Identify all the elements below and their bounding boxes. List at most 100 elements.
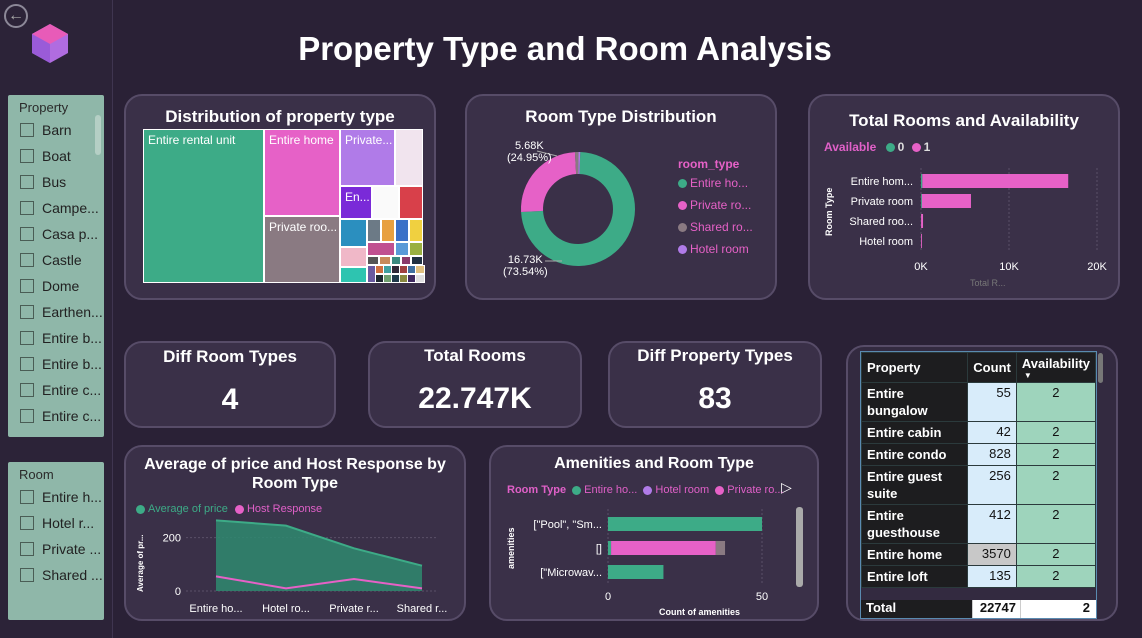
treemap-cell-en[interactable]: En... (340, 186, 372, 219)
checkbox[interactable] (20, 279, 34, 293)
checkbox[interactable] (20, 409, 34, 423)
slicer-item[interactable]: Shared ... (20, 562, 104, 588)
legend-dot-icon (678, 179, 687, 189)
checkbox[interactable] (20, 490, 34, 504)
column-header[interactable]: Property (861, 352, 968, 383)
slicer-item[interactable]: Entire c... (20, 377, 104, 403)
legend-item[interactable]: Shared ro... (678, 220, 753, 234)
treemap[interactable]: Entire rental unit Entire home Private r… (143, 129, 425, 283)
area-average-price[interactable] (216, 520, 422, 591)
checkbox[interactable] (20, 149, 34, 163)
treemap-cell[interactable] (340, 267, 367, 283)
treemap-cell-private-room[interactable]: Private roo... (264, 216, 340, 283)
treemap-cell[interactable] (340, 247, 367, 267)
legend-item[interactable]: Entire ho... (678, 176, 753, 190)
treemap-cell[interactable] (395, 219, 409, 242)
checkbox[interactable] (20, 516, 34, 530)
total-availability: 2 (1020, 600, 1096, 618)
slicer-item[interactable]: Entire c... (20, 403, 104, 429)
cell-property: Entire loft (861, 565, 968, 588)
slicer-item[interactable]: Hotel r... (20, 510, 104, 536)
checkbox[interactable] (20, 568, 34, 582)
bar-available-0[interactable] (921, 194, 922, 208)
checkbox[interactable] (20, 175, 34, 189)
slicer-item[interactable]: Castle (20, 247, 104, 273)
bar-available-1[interactable] (921, 214, 924, 228)
treemap-cell[interactable] (381, 219, 395, 242)
checkbox[interactable] (20, 123, 34, 137)
table-row[interactable]: Entire home 3570 2 (861, 543, 1096, 566)
table-row[interactable]: Entire cabin 42 2 (861, 421, 1096, 444)
treemap-cell[interactable] (340, 219, 367, 247)
slicer-item[interactable]: Entire h... (20, 484, 104, 510)
slicer-item[interactable]: Boat (20, 143, 104, 169)
treemap-cell[interactable] (399, 186, 423, 219)
slicer-item[interactable]: Entire b... (20, 325, 104, 351)
amenities-bar[interactable] (608, 565, 664, 579)
property-slicer-scrollbar[interactable] (95, 115, 101, 155)
table-row[interactable]: Entire bungalow 55 2 (861, 382, 1096, 422)
slicer-item[interactable]: Private ... (20, 536, 104, 562)
amenities-bar-chart[interactable]: amenities 0 50 ["Pool", "Sm... [] ["Microwav… (491, 447, 819, 621)
kpi-label: Diff Property Types (637, 346, 793, 365)
table-row[interactable]: Entire guesthouse 412 2 (861, 504, 1096, 544)
legend-item[interactable]: Private ro... (678, 198, 753, 212)
slicer-item[interactable]: Campe... (20, 195, 104, 221)
checkbox[interactable] (20, 305, 34, 319)
treemap-cell-entire-rental-unit[interactable]: Entire rental unit (143, 129, 264, 283)
treemap-cell[interactable] (395, 242, 409, 256)
table-row[interactable]: Entire guest suite 256 2 (861, 465, 1096, 505)
price-area-chart[interactable]: Average of pr... 200 0 Entire ho... Hotel r… (126, 447, 466, 621)
slicer-item[interactable]: Barn (20, 117, 104, 143)
bar-available-1[interactable] (921, 234, 922, 248)
treemap-cell[interactable] (367, 219, 381, 242)
checkbox[interactable] (20, 227, 34, 241)
amenities-bar[interactable] (608, 541, 612, 555)
treemap-cell[interactable] (379, 256, 391, 265)
checkbox[interactable] (20, 383, 34, 397)
treemap-cell-private[interactable]: Private... (340, 129, 395, 186)
property-table[interactable]: Property Count Availability ▼ Entire bung… (860, 351, 1097, 619)
cell-availability: 2 (1015, 543, 1096, 566)
treemap-cell[interactable] (372, 186, 399, 219)
checkbox[interactable] (20, 357, 34, 371)
treemap-cell[interactable] (367, 242, 395, 256)
column-header[interactable]: Count (966, 352, 1017, 383)
slicer-item[interactable]: Bus (20, 169, 104, 195)
treemap-cell[interactable] (415, 274, 425, 283)
treemap-cell-entire-home[interactable]: Entire home (264, 129, 340, 216)
treemap-cell[interactable] (391, 256, 401, 265)
slicer-item-label: Castle (42, 252, 82, 268)
treemap-cell[interactable] (367, 256, 379, 265)
back-arrow-icon[interactable]: ← (4, 4, 28, 28)
table-row[interactable]: Entire loft 135 2 (861, 565, 1096, 588)
column-header-sorted[interactable]: Availability ▼ (1015, 352, 1096, 383)
treemap-cell[interactable] (401, 256, 411, 265)
bar-available-0[interactable] (921, 174, 923, 188)
slicer-item[interactable]: Dome (20, 273, 104, 299)
treemap-cell[interactable] (395, 129, 423, 186)
amenities-bar[interactable] (608, 517, 762, 531)
treemap-cell[interactable] (409, 219, 423, 242)
treemap-cell[interactable] (409, 242, 423, 256)
slicer-item[interactable]: Casa p... (20, 221, 104, 247)
bar-available-1[interactable] (922, 174, 1069, 188)
amenities-bar[interactable] (715, 541, 726, 555)
checkbox[interactable] (20, 201, 34, 215)
slicer-item[interactable]: Earthen... (20, 299, 104, 325)
table-scrollbar[interactable] (1098, 353, 1103, 383)
slicer-item[interactable]: Entire b... (20, 351, 104, 377)
bar-available-1[interactable] (921, 194, 971, 208)
checkbox[interactable] (20, 542, 34, 556)
table-row[interactable]: Entire condo 828 2 (861, 443, 1096, 466)
treemap-cell[interactable] (411, 256, 423, 265)
amenities-bar[interactable] (611, 541, 716, 555)
legend-item[interactable]: Hotel room (678, 242, 753, 256)
sort-desc-icon: ▼ (1023, 370, 1032, 380)
availability-bar-chart[interactable]: Room Type 0K 10K 20K Entire hom... Private r… (810, 96, 1120, 300)
checkbox[interactable] (20, 253, 34, 267)
slicer-item-label: Shared ... (42, 567, 103, 583)
checkbox[interactable] (20, 331, 34, 345)
room-slicer-title: Room (19, 467, 54, 482)
treemap-cell[interactable] (415, 265, 425, 274)
